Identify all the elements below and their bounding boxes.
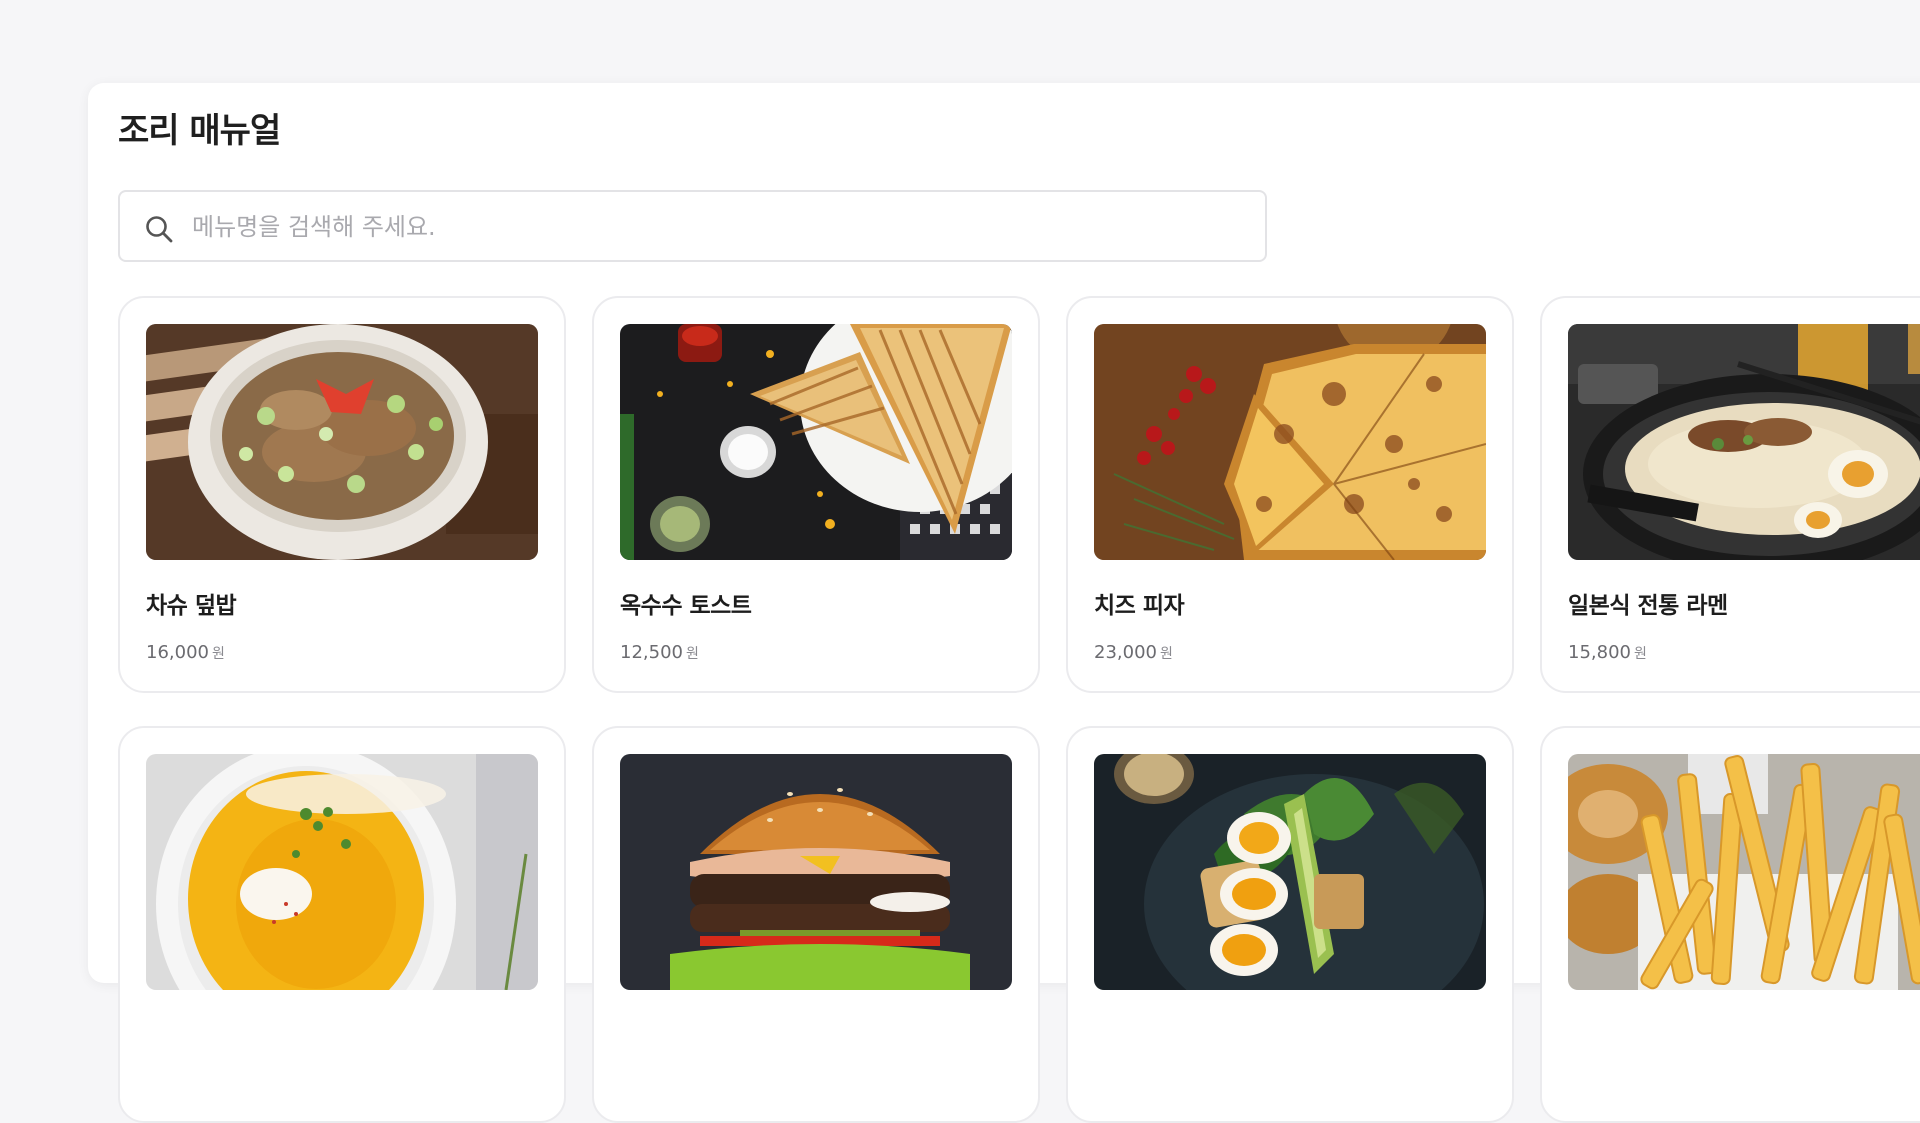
menu-card[interactable] (1540, 726, 1920, 1123)
search-box[interactable] (118, 190, 1267, 262)
corn-toast-photo (620, 324, 1012, 560)
menu-card[interactable]: 치즈 피자 23,000 원 (1066, 296, 1514, 693)
burger-photo (620, 754, 1012, 990)
menu-item-name: 치즈 피자 (1094, 593, 1185, 619)
menu-item-price: 16,000 원 (146, 642, 225, 663)
page-title: 조리 매뉴얼 (118, 111, 281, 151)
menu-card[interactable]: 일본식 전통 라멘 15,800 원 (1540, 296, 1920, 693)
search-input[interactable] (190, 202, 1244, 252)
cheese-pizza-photo (1094, 324, 1486, 560)
egg-avocado-salad-photo (1094, 754, 1486, 990)
menu-item-price: 12,500 원 (620, 642, 699, 663)
menu-card[interactable]: 옥수수 토스트 12,500 원 (592, 296, 1040, 693)
menu-item-price: 23,000 원 (1094, 642, 1173, 663)
menu-item-name: 일본식 전통 라멘 (1568, 593, 1728, 619)
cooking-manual-panel: 조리 매뉴얼 메뉴명을 검색해 주세요. 차슈 덮밥 16,000 원 옥수수 … (88, 83, 1920, 1123)
menu-item-name: 차슈 덮밥 (146, 593, 237, 619)
chashu-rice-bowl-photo (146, 324, 538, 560)
menu-card[interactable]: 차슈 덮밥 16,000 원 (118, 296, 566, 693)
pumpkin-soup-photo (146, 754, 538, 990)
menu-card[interactable] (1066, 726, 1514, 1123)
menu-item-name: 옥수수 토스트 (620, 593, 752, 619)
ramen-photo (1568, 324, 1920, 560)
menu-card[interactable] (592, 726, 1040, 1123)
menu-item-price: 15,800 원 (1568, 642, 1647, 663)
menu-card[interactable] (118, 726, 566, 1123)
search-icon (146, 216, 173, 243)
french-fries-photo (1568, 754, 1920, 990)
